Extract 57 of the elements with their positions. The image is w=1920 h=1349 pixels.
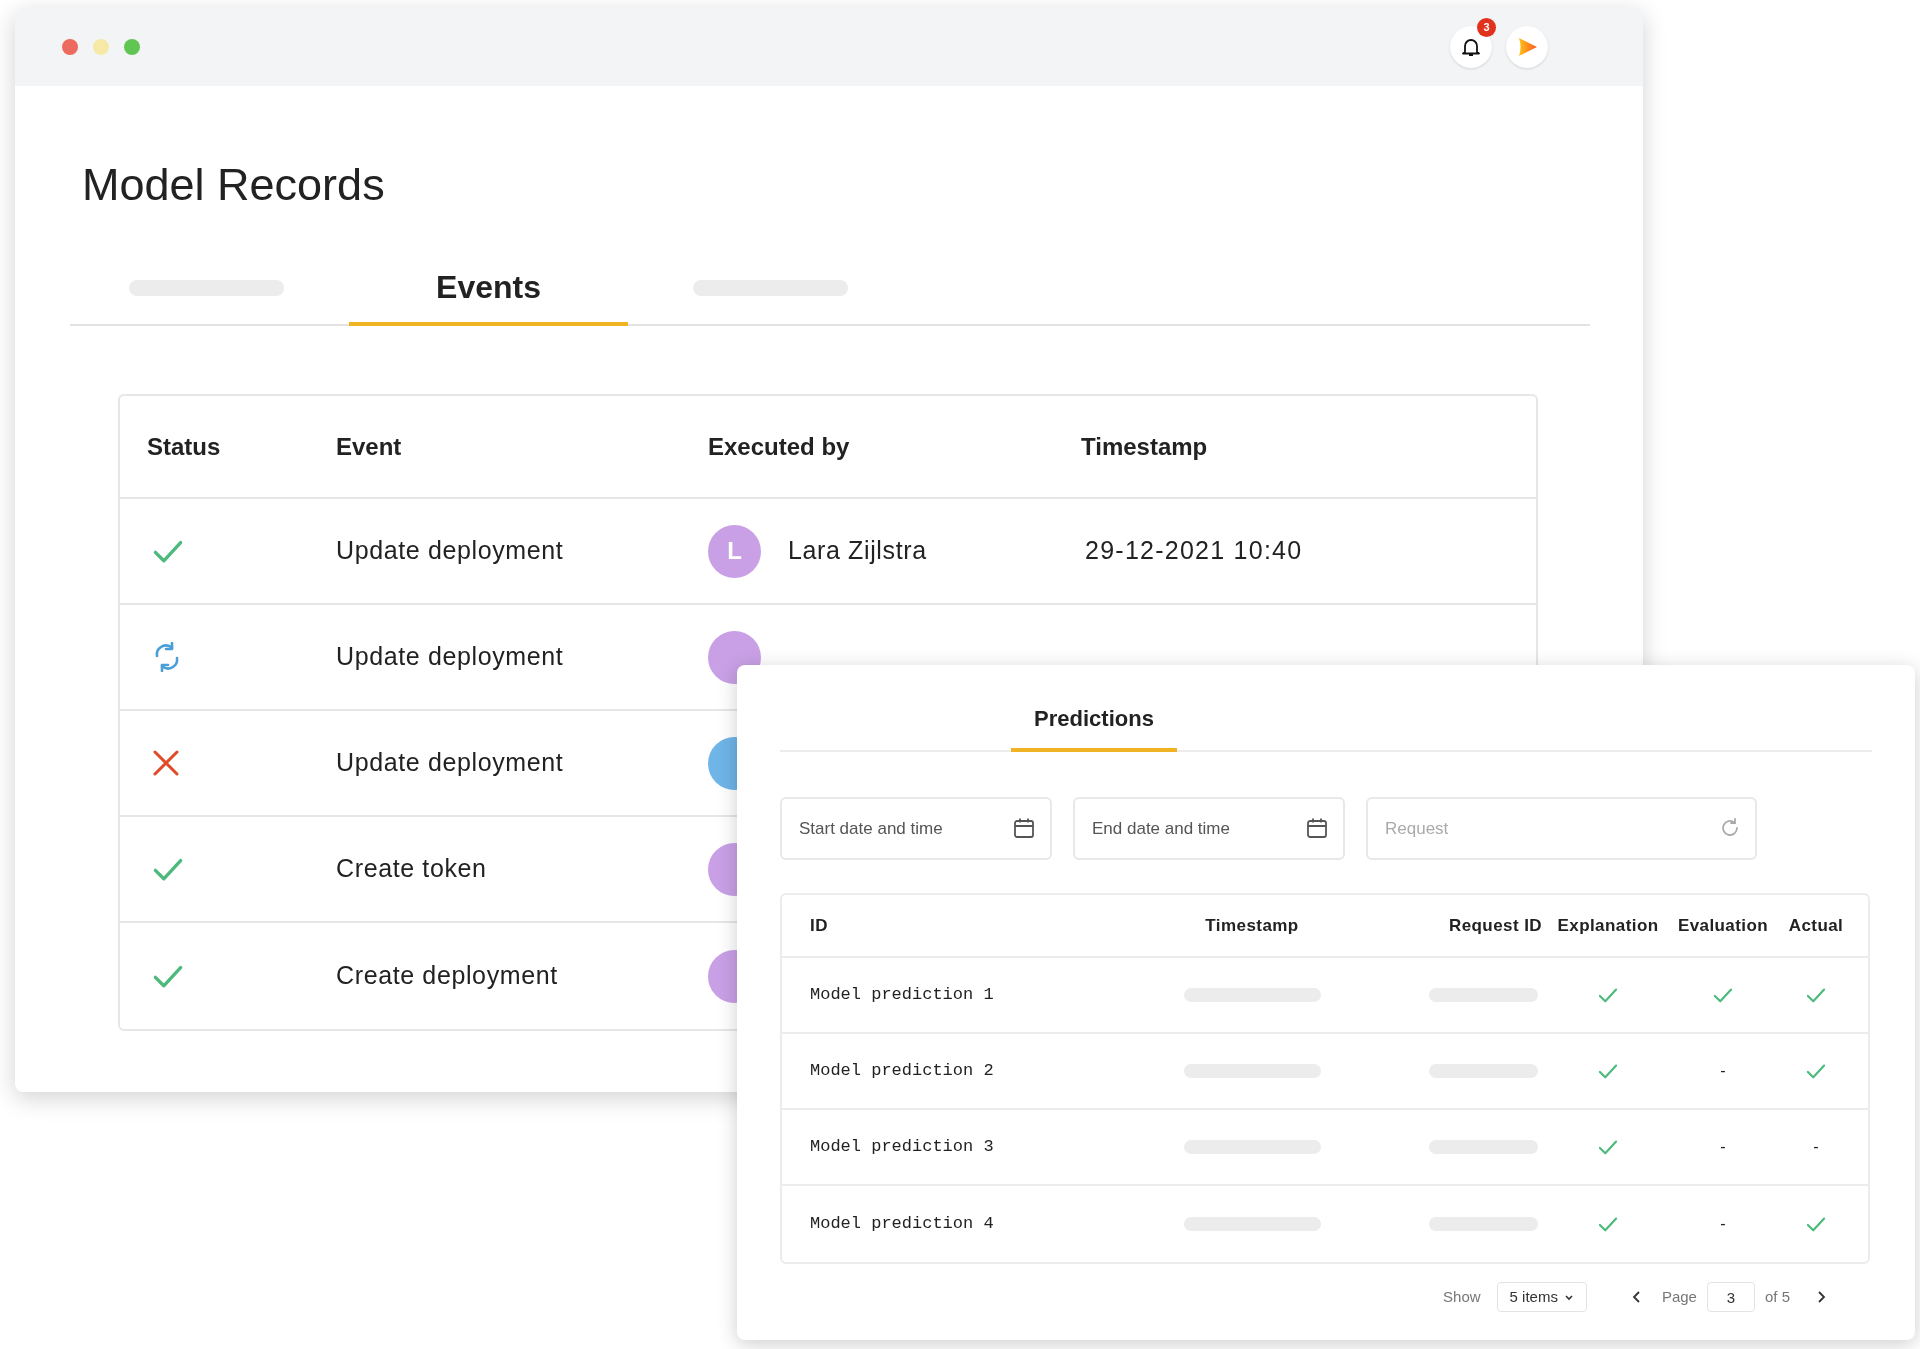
dash-text: - (1813, 1137, 1819, 1157)
event-name: Update deployment (336, 641, 565, 673)
dash-text: - (1720, 1061, 1726, 1081)
column-header: Timestamp (1205, 915, 1299, 935)
column-header: Request ID (1448, 915, 1542, 935)
event-name: Create deployment (336, 960, 559, 992)
timestamp: 29-12-2021 10:40 (1085, 536, 1303, 565)
check-icon (1598, 1062, 1618, 1080)
page-count: of 5 (1764, 1286, 1790, 1307)
column-header: Event (336, 431, 403, 462)
user-name: Lara Zijlstra (788, 535, 927, 567)
page-size-select[interactable]: 5 items (1496, 1282, 1587, 1312)
check-icon (1806, 1215, 1826, 1233)
chevron-right-icon (1816, 1291, 1826, 1303)
cross-icon (152, 749, 180, 777)
prediction-id: Model prediction 2 (810, 1061, 994, 1081)
bell-icon (1462, 37, 1480, 57)
calendar-icon (1013, 817, 1035, 839)
page-label: Page (1661, 1286, 1697, 1307)
app-logo[interactable] (1506, 26, 1548, 68)
prediction-id: Model prediction 4 (810, 1214, 994, 1234)
page-input[interactable]: 3 (1706, 1282, 1755, 1312)
check-icon (1598, 986, 1618, 1004)
dash-text: - (1720, 1137, 1726, 1157)
calendar-icon (1306, 817, 1328, 839)
input-field[interactable]: Request (1366, 797, 1757, 860)
prediction-id: Model prediction 1 (810, 985, 994, 1005)
show-label: Show (1443, 1286, 1481, 1307)
avatar: L (708, 524, 761, 578)
prediction-id: Model prediction 3 (810, 1137, 994, 1157)
check-icon (1598, 1215, 1618, 1233)
column-header: Evaluation (1677, 915, 1769, 935)
check-icon (1806, 1062, 1826, 1080)
column-header: Timestamp (1081, 431, 1209, 462)
input-field[interactable]: End date and time (1073, 797, 1345, 860)
previous-page-button[interactable] (1631, 1291, 1642, 1303)
check-icon (1806, 986, 1826, 1004)
next-page-button[interactable] (1816, 1291, 1826, 1303)
page-title: Model Records (82, 162, 386, 207)
refresh-icon (1720, 817, 1740, 837)
column-header: ID (810, 915, 828, 935)
tab[interactable]: Events (349, 252, 628, 326)
event-name: Update deployment (336, 747, 565, 779)
column-header: Actual (1788, 915, 1844, 935)
check-icon (1598, 1138, 1618, 1156)
column-header: Executed by (708, 431, 851, 462)
event-name: Create token (336, 853, 488, 885)
input-field[interactable]: Start date and time (780, 797, 1052, 860)
notification-badge: 3 (1477, 18, 1496, 37)
check-icon (1713, 986, 1733, 1004)
column-header: Explanation (1557, 915, 1659, 935)
tab[interactable]: Predictions (1011, 689, 1177, 752)
dash-text: - (1720, 1214, 1726, 1234)
chevron-left-icon (1631, 1291, 1642, 1303)
event-name: Update deployment (336, 535, 565, 567)
chevron-down-icon (1563, 1292, 1574, 1302)
column-header: Status (147, 431, 222, 462)
